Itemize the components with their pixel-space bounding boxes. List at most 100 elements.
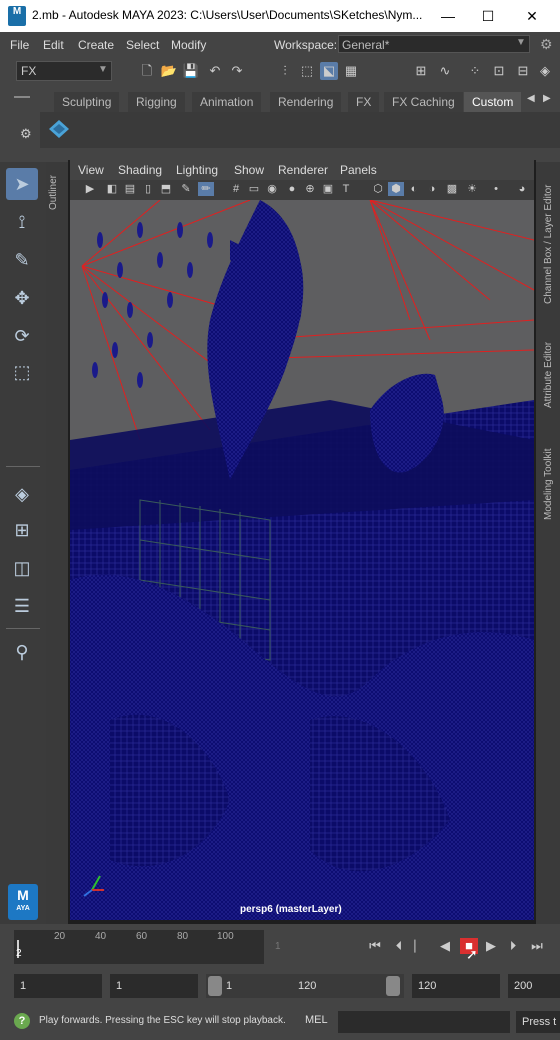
single-perspective-layout-icon[interactable]: ◈ <box>6 478 38 510</box>
smooth-shade-icon[interactable]: ⬢ <box>388 182 404 196</box>
select-mode-icon[interactable]: ▦ <box>342 62 360 80</box>
step-forward-frame-icon[interactable]: ⏵ <box>504 938 522 954</box>
snap-surface-icon[interactable]: ⊟ <box>514 62 532 80</box>
shade-wire-icon[interactable]: ◐ <box>406 182 422 196</box>
workspace-dropdown[interactable]: General* <box>338 35 530 53</box>
tab-sculpting[interactable]: Sculpting <box>54 92 120 112</box>
panel-menu-panels[interactable]: Panels <box>340 163 377 177</box>
help-question-icon[interactable]: ? <box>14 1013 30 1029</box>
menu-edit[interactable]: Edit <box>43 38 64 52</box>
move-tool-icon[interactable]: ✥ <box>6 282 38 314</box>
new-scene-icon[interactable]: 🗋 <box>138 62 156 80</box>
undo-icon[interactable]: ↶ <box>206 62 224 80</box>
tab-fx[interactable]: FX <box>348 92 380 112</box>
step-forward-key-icon[interactable]: ▶ <box>482 938 500 954</box>
settings-gear-icon[interactable]: ⚙ <box>540 36 553 53</box>
panel-menu-show[interactable]: Show <box>234 163 264 177</box>
panel-menu-lighting[interactable]: Lighting <box>176 163 218 177</box>
step-back-key-icon[interactable]: ⎸ <box>412 938 430 954</box>
save-scene-icon[interactable]: 💾 <box>182 62 200 80</box>
command-line-input[interactable] <box>338 1011 510 1033</box>
camera-attributes-icon[interactable]: ◧ <box>104 182 120 196</box>
menu-modify[interactable]: Modify <box>171 38 206 52</box>
outliner-layout-icon[interactable]: ☰ <box>6 590 38 622</box>
gear-icon[interactable]: ⚙ <box>20 126 32 142</box>
select-hierarchy-icon[interactable]: ⫶ <box>276 62 294 80</box>
scale-tool-icon[interactable]: ⬚ <box>6 356 38 388</box>
four-view-layout-icon[interactable]: ⊞ <box>6 514 38 546</box>
panel-menu-renderer[interactable]: Renderer <box>278 163 328 177</box>
tab-fx-caching[interactable]: FX Caching <box>384 92 463 112</box>
go-to-end-icon[interactable]: ⏭ <box>528 938 546 954</box>
paint-select-tool-icon[interactable]: ✎ <box>6 244 38 276</box>
textured-icon[interactable]: ◑ <box>424 182 440 196</box>
outliner-tab[interactable]: Outliner <box>46 162 68 924</box>
two-d-pan-icon[interactable]: ⬒ <box>158 182 174 196</box>
search-icon[interactable]: ⚲ <box>6 636 38 668</box>
screen-space-ao-icon[interactable]: • <box>488 182 504 196</box>
camera-icon[interactable]: ▶ <box>82 182 98 196</box>
perspective-viewport[interactable] <box>70 200 534 920</box>
safe-title-icon[interactable]: T <box>338 182 354 196</box>
tab-animation[interactable]: Animation <box>192 92 262 112</box>
two-view-layout-icon[interactable]: ◫ <box>6 552 38 584</box>
grid-icon[interactable]: # <box>228 182 244 196</box>
custom-shelf-item-icon[interactable] <box>48 118 70 140</box>
animation-start-field[interactable]: 1 <box>14 974 102 998</box>
shelf-menu-icon[interactable] <box>14 96 30 98</box>
range-end-handle[interactable] <box>386 976 400 996</box>
grease-pencil-icon[interactable]: ✎ <box>178 182 194 196</box>
wireframe-mode-icon[interactable]: ⬡ <box>370 182 386 196</box>
select-object-icon[interactable]: ⬚ <box>298 62 316 80</box>
resolution-gate-icon[interactable]: ◉ <box>264 182 280 196</box>
range-start-handle[interactable] <box>208 976 222 996</box>
gate-mask-icon[interactable]: ● <box>284 182 300 196</box>
tab-rigging[interactable]: Rigging <box>128 92 185 112</box>
snap-curve-icon[interactable]: ∿ <box>436 62 454 80</box>
modeling-toolkit-tab[interactable]: Modeling Toolkit <box>543 448 554 520</box>
menu-file[interactable]: File <box>10 38 29 52</box>
minimize-button[interactable]: — <box>428 4 468 28</box>
motion-blur-icon[interactable]: ◕ <box>514 182 530 196</box>
panel-menu-shading[interactable]: Shading <box>118 163 162 177</box>
shelf-scroll-left-icon[interactable]: ◀ <box>527 93 535 104</box>
go-to-start-icon[interactable]: ⏮ <box>366 938 384 954</box>
snap-view-icon[interactable]: ⊡ <box>490 62 508 80</box>
use-lights-icon[interactable]: ▩ <box>444 182 460 196</box>
select-component-icon[interactable]: ⬕ <box>320 62 338 80</box>
safe-action-icon[interactable]: ▣ <box>320 182 336 196</box>
command-language-label[interactable]: MEL <box>305 1014 328 1026</box>
open-scene-icon[interactable]: 📂 <box>160 62 178 80</box>
play-backwards-icon[interactable]: ◀ <box>436 938 454 954</box>
snap-grid-icon[interactable]: ⊞ <box>412 62 430 80</box>
panel-menu-view[interactable]: View <box>78 163 104 177</box>
shelf-scroll-right-icon[interactable]: ▶ <box>543 93 551 104</box>
channel-box-tab[interactable]: Channel Box / Layer Editor <box>543 184 554 304</box>
lasso-tool-icon[interactable]: ⟟ <box>6 206 38 238</box>
tab-custom[interactable]: Custom <box>464 92 522 112</box>
bookmark-icon[interactable]: ▤ <box>122 182 138 196</box>
rotate-tool-icon[interactable]: ⟳ <box>6 320 38 352</box>
maximize-button[interactable]: ☐ <box>468 4 508 28</box>
image-plane-icon[interactable]: ▯ <box>140 182 156 196</box>
tab-rendering[interactable]: Rendering <box>270 92 342 112</box>
animation-end-field[interactable]: 200 <box>508 974 560 998</box>
menu-create[interactable]: Create <box>78 38 114 52</box>
film-gate-icon[interactable]: ▭ <box>246 182 262 196</box>
field-chart-icon[interactable]: ⊕ <box>302 182 318 196</box>
wireframe-pencil-icon[interactable]: ✏ <box>198 182 214 196</box>
step-back-frame-icon[interactable]: ⏴ <box>390 938 408 954</box>
snap-live-icon[interactable]: ◈ <box>536 62 554 80</box>
snap-point-icon[interactable]: ⁘ <box>466 62 484 80</box>
attribute-editor-tab[interactable]: Attribute Editor <box>543 342 554 408</box>
select-tool-icon[interactable]: ➤ <box>6 168 38 200</box>
chevron-down-icon[interactable]: ▼ <box>516 37 526 48</box>
chevron-down-icon[interactable]: ▼ <box>98 64 108 75</box>
close-button[interactable]: ✕ <box>512 4 552 28</box>
playback-start-field[interactable]: 1 <box>110 974 198 998</box>
shadows-icon[interactable]: ☀ <box>464 182 480 196</box>
redo-icon[interactable]: ↷ <box>228 62 246 80</box>
playback-end-field[interactable]: 120 <box>412 974 500 998</box>
menu-select[interactable]: Select <box>126 38 159 52</box>
range-end-label: 120 <box>298 980 317 992</box>
